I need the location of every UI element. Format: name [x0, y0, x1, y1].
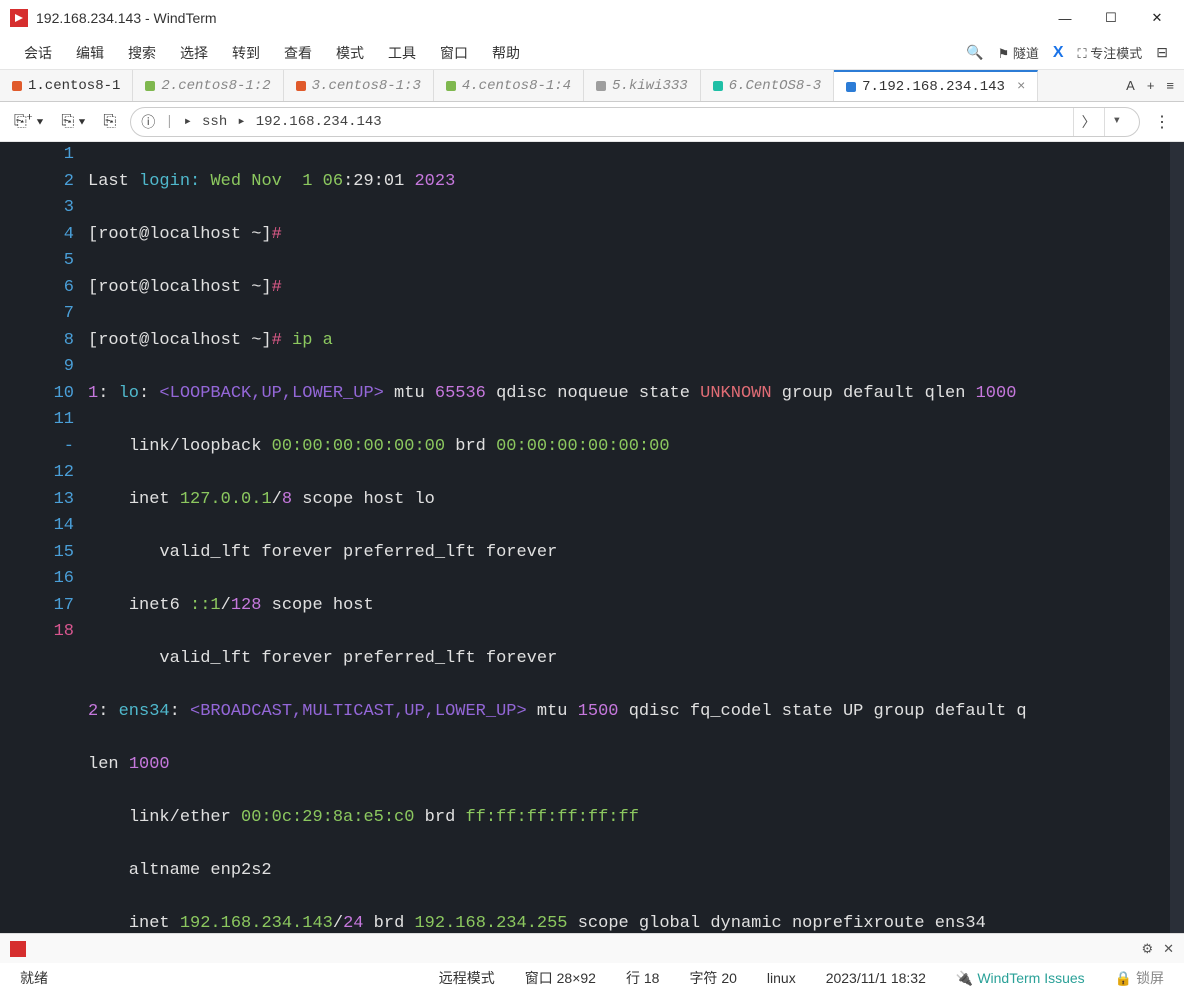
status-time: 2023/11/1 18:32: [826, 970, 926, 986]
more-icon[interactable]: ⋮: [1150, 110, 1174, 134]
status-bar: 就绪 远程模式 窗口 28×92 行 18 字符 20 linux 2023/1…: [0, 963, 1184, 993]
play-icon[interactable]: ▸: [184, 113, 192, 130]
menu-mode[interactable]: 模式: [328, 39, 372, 67]
layout-icon[interactable]: ⊟: [1156, 44, 1168, 61]
window-title: 192.168.234.143 - WindTerm: [36, 10, 1042, 26]
duplicate-session-icon[interactable]: ⎘ ▾: [57, 111, 89, 133]
nav-dropdown-icon[interactable]: ▾: [1104, 108, 1129, 136]
tab-6[interactable]: 6.CentOS8-3: [701, 70, 834, 101]
scrollbar[interactable]: [1170, 142, 1184, 933]
terminal-output[interactable]: Last login: Wed Nov 1 06:29:01 2023 [roo…: [88, 142, 1184, 933]
tab-label: 6.CentOS8-3: [729, 78, 821, 94]
info-icon[interactable]: ⓘ: [141, 112, 155, 132]
maximize-button[interactable]: ☐: [1088, 2, 1134, 34]
tab-3[interactable]: 3.centos8-1:3: [284, 70, 434, 101]
footer-close-icon[interactable]: ✕: [1163, 941, 1174, 957]
titlebar: 192.168.234.143 - WindTerm — ☐ ✕: [0, 0, 1184, 36]
session-icon[interactable]: ⎘: [99, 111, 120, 133]
navbar: ⎘⁺ ▾ ⎘ ▾ ⎘ ⓘ | ▸ ssh ▸ 192.168.234.143 〉…: [0, 102, 1184, 142]
tab-label: 4.centos8-1:4: [462, 78, 571, 94]
menu-session[interactable]: 会话: [16, 39, 60, 67]
plug-icon: 🔌: [956, 970, 973, 986]
tab-close-icon[interactable]: ×: [1017, 79, 1025, 95]
tab-label: 1.centos8-1: [28, 78, 120, 94]
tunnel-button[interactable]: ⚑ 隧道: [998, 43, 1039, 62]
status-char: 字符 20: [689, 968, 736, 988]
status-os: linux: [767, 970, 796, 986]
tab-color-icon: [846, 82, 856, 92]
tab-color-icon: [296, 81, 306, 91]
tab-label: 2.centos8-1:2: [161, 78, 270, 94]
footer-app-icon[interactable]: [10, 941, 26, 957]
status-window: 窗口 28×92: [525, 968, 596, 988]
search-icon[interactable]: 🔍: [966, 44, 983, 61]
menu-view[interactable]: 查看: [276, 39, 320, 67]
menu-search[interactable]: 搜索: [120, 39, 164, 67]
nav-forward-icon[interactable]: 〉: [1073, 108, 1104, 136]
separator-icon: |: [165, 114, 173, 130]
chevron-right-icon: ▸: [237, 113, 245, 130]
windterm-issues-link[interactable]: 🔌WindTerm Issues: [956, 970, 1085, 987]
tab-2[interactable]: 2.centos8-1:2: [133, 70, 283, 101]
line-gutter: 1234 5678 91011- 12131415 161718: [0, 142, 88, 933]
tab-menu-icon[interactable]: ≡: [1166, 78, 1174, 93]
app-icon: [10, 9, 28, 27]
menu-tools[interactable]: 工具: [380, 39, 424, 67]
settings-icon[interactable]: ⚙: [1141, 941, 1153, 957]
tab-color-icon: [446, 81, 456, 91]
add-tab-icon[interactable]: +: [1147, 78, 1155, 93]
status-ready: 就绪: [20, 968, 48, 988]
tab-label: 7.192.168.234.143: [862, 79, 1005, 95]
tabbar: 1.centos8-1 2.centos8-1:2 3.centos8-1:3 …: [0, 70, 1184, 102]
tab-color-icon: [596, 81, 606, 91]
menu-edit[interactable]: 编辑: [68, 39, 112, 67]
status-remote[interactable]: 远程模式: [439, 968, 495, 988]
tab-1[interactable]: 1.centos8-1: [0, 70, 133, 101]
menu-window[interactable]: 窗口: [432, 39, 476, 67]
menu-select[interactable]: 选择: [172, 39, 216, 67]
tabbar-letter[interactable]: A: [1126, 78, 1135, 93]
tab-5[interactable]: 5.kiwi333: [584, 70, 701, 101]
tab-color-icon: [713, 81, 723, 91]
minimize-button[interactable]: —: [1042, 2, 1088, 34]
menu-help[interactable]: 帮助: [484, 39, 528, 67]
menu-goto[interactable]: 转到: [224, 39, 268, 67]
proto-label: ssh: [202, 114, 227, 130]
tab-label: 3.centos8-1:3: [312, 78, 421, 94]
tab-color-icon: [145, 81, 155, 91]
focus-mode-button[interactable]: ⛶ 专注模式: [1078, 43, 1143, 62]
tab-label: 5.kiwi333: [612, 78, 688, 94]
close-button[interactable]: ✕: [1134, 2, 1180, 34]
terminal[interactable]: 1234 5678 91011- 12131415 161718 Last lo…: [0, 142, 1184, 933]
tab-color-icon: [12, 81, 22, 91]
menubar: 会话 编辑 搜索 选择 转到 查看 模式 工具 窗口 帮助 🔍 ⚑ 隧道 X ⛶…: [0, 36, 1184, 70]
tab-7[interactable]: 7.192.168.234.143 ×: [834, 70, 1038, 101]
address-text: 192.168.234.143: [256, 114, 382, 130]
footer-bar: ⚙ ✕: [0, 933, 1184, 963]
lock-screen-button[interactable]: 🔒 锁屏: [1115, 968, 1164, 988]
address-bar[interactable]: ⓘ | ▸ ssh ▸ 192.168.234.143 〉 ▾: [130, 107, 1140, 137]
status-line: 行 18: [626, 968, 659, 988]
tab-4[interactable]: 4.centos8-1:4: [434, 70, 584, 101]
x-icon[interactable]: X: [1053, 44, 1064, 62]
new-session-icon[interactable]: ⎘⁺ ▾: [10, 111, 47, 133]
